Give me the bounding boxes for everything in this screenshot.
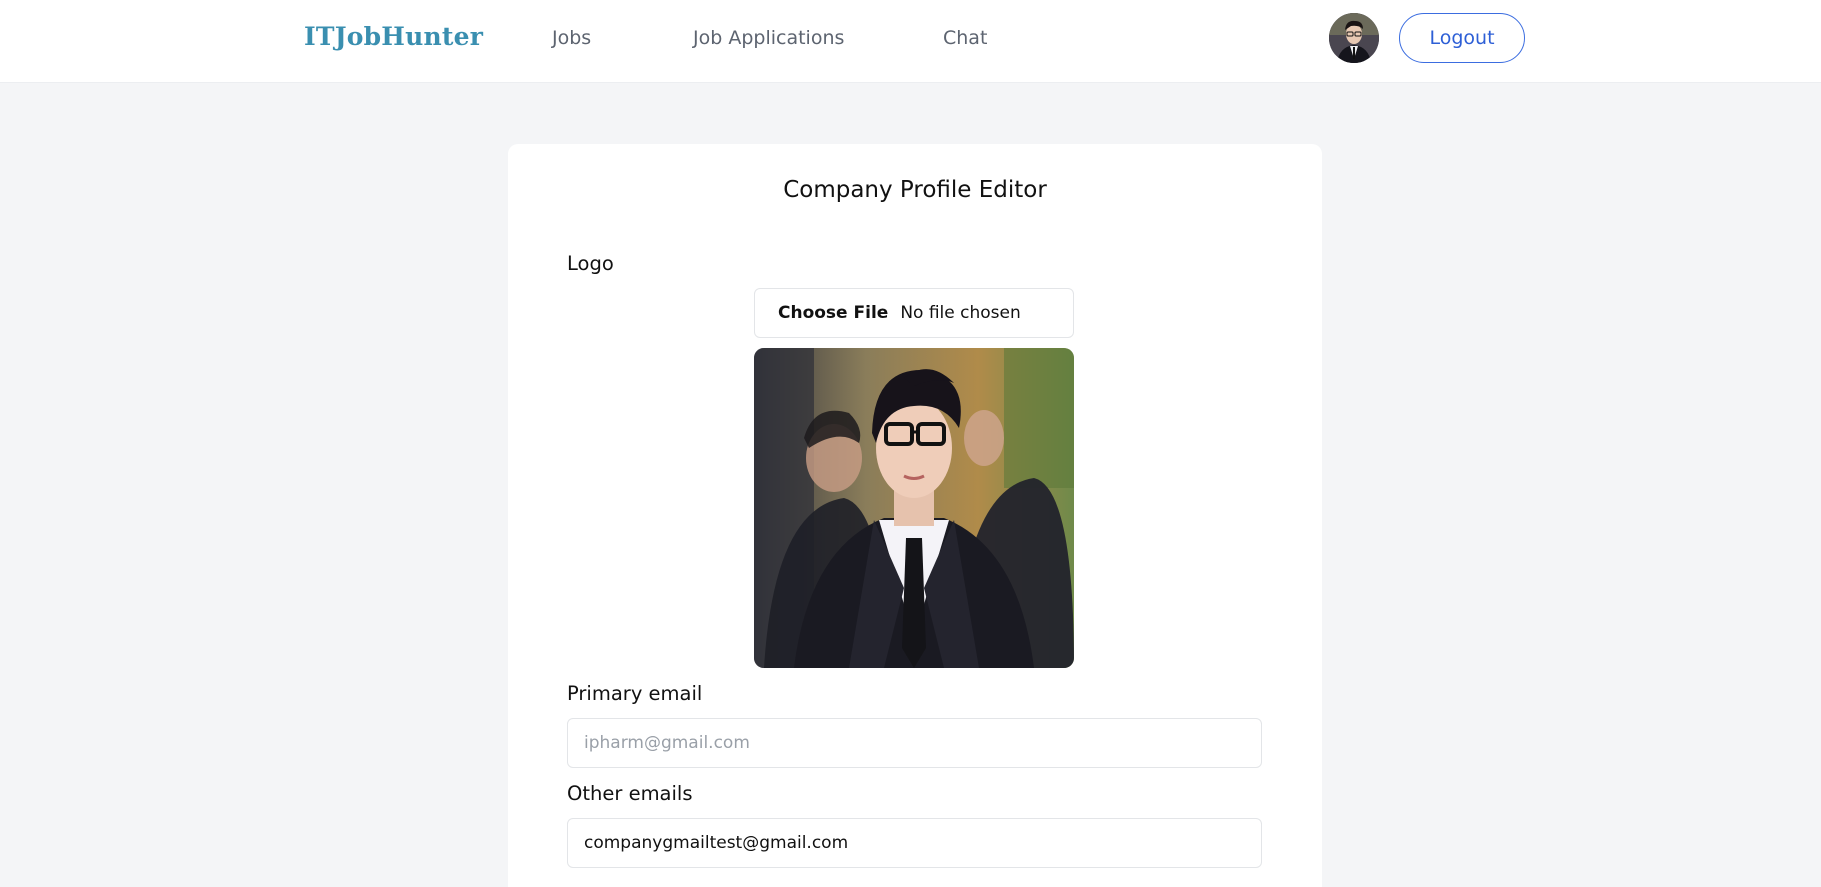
other-emails-label: Other emails xyxy=(567,782,693,805)
logout-button[interactable]: Logout xyxy=(1399,13,1525,63)
logo-photo xyxy=(754,348,1074,668)
nav-link-chat[interactable]: Chat xyxy=(943,27,987,49)
user-avatar[interactable] xyxy=(1329,13,1379,63)
logo-preview-image xyxy=(754,348,1074,668)
other-emails-input[interactable] xyxy=(567,818,1262,868)
nav-link-jobs[interactable]: Jobs xyxy=(552,27,591,49)
primary-email-label: Primary email xyxy=(567,682,703,705)
choose-file-button[interactable]: Choose File xyxy=(778,303,888,323)
logo-label: Logo xyxy=(567,252,614,275)
top-navbar: ITJobHunter Jobs Job Applications Chat L… xyxy=(0,0,1821,83)
nav-link-job-applications[interactable]: Job Applications xyxy=(693,27,844,49)
brand-logo[interactable]: ITJobHunter xyxy=(304,22,483,51)
avatar-portrait-icon xyxy=(1329,13,1379,63)
logo-file-input[interactable]: Choose File No file chosen xyxy=(754,288,1074,338)
primary-email-input[interactable] xyxy=(567,718,1262,768)
profile-editor-card: Company Profile Editor Logo Choose File … xyxy=(508,144,1322,887)
page-title: Company Profile Editor xyxy=(783,177,1047,203)
file-status-text: No file chosen xyxy=(900,303,1021,323)
